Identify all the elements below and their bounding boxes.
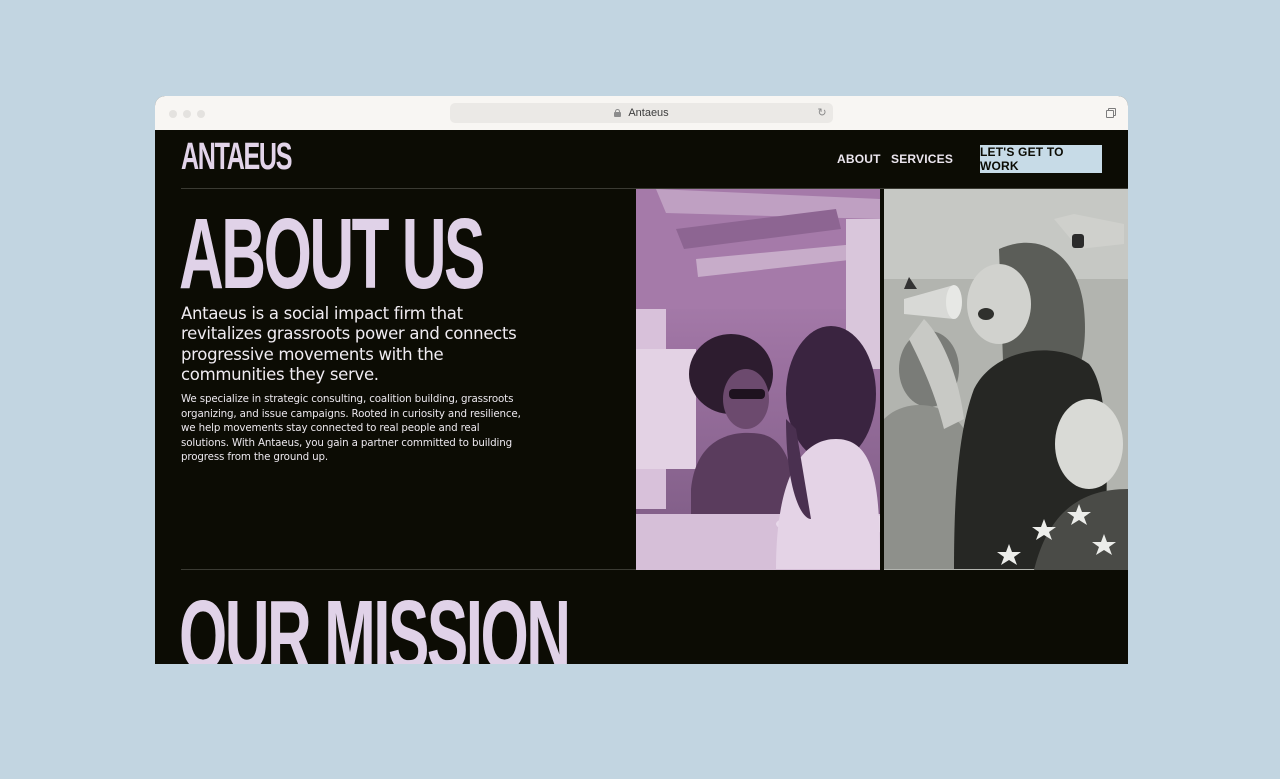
about-body-paragraph: We specialize in strategic consulting, c…: [181, 393, 521, 463]
section-divider: [181, 569, 636, 570]
photo-rally: [884, 189, 1128, 570]
window-controls: [169, 110, 205, 118]
photo-meeting: [636, 189, 880, 570]
close-window-button[interactable]: [169, 110, 177, 118]
photo-meeting-illustration: [636, 189, 880, 570]
about-lead-paragraph: Antaeus is a social impact firm that rev…: [181, 304, 517, 384]
tabs-overview-icon[interactable]: [1106, 108, 1116, 118]
minimize-window-button[interactable]: [183, 110, 191, 118]
nav-item-about[interactable]: ABOUT: [837, 152, 881, 166]
mission-heading: OUR MISSION: [179, 580, 571, 664]
lock-icon: [614, 109, 622, 117]
browser-toolbar: Antaeus ↻: [155, 96, 1128, 130]
logo[interactable]: ANTAEUS: [181, 138, 292, 176]
address-bar-title: Antaeus: [628, 107, 669, 119]
browser-window: Antaeus ↻ ANTAEUS ABOUT SERVICES LET'S G…: [155, 96, 1128, 664]
about-heading: ABOUT US: [179, 198, 485, 310]
photo-rally-illustration: [884, 189, 1128, 570]
reload-icon[interactable]: ↻: [816, 107, 828, 119]
lets-get-to-work-button[interactable]: LET'S GET TO WORK: [980, 145, 1102, 173]
website: ANTAEUS ABOUT SERVICES LET'S GET TO WORK…: [155, 130, 1128, 664]
maximize-window-button[interactable]: [197, 110, 205, 118]
nav-item-services[interactable]: SERVICES: [891, 152, 953, 166]
address-bar[interactable]: Antaeus ↻: [450, 103, 833, 123]
